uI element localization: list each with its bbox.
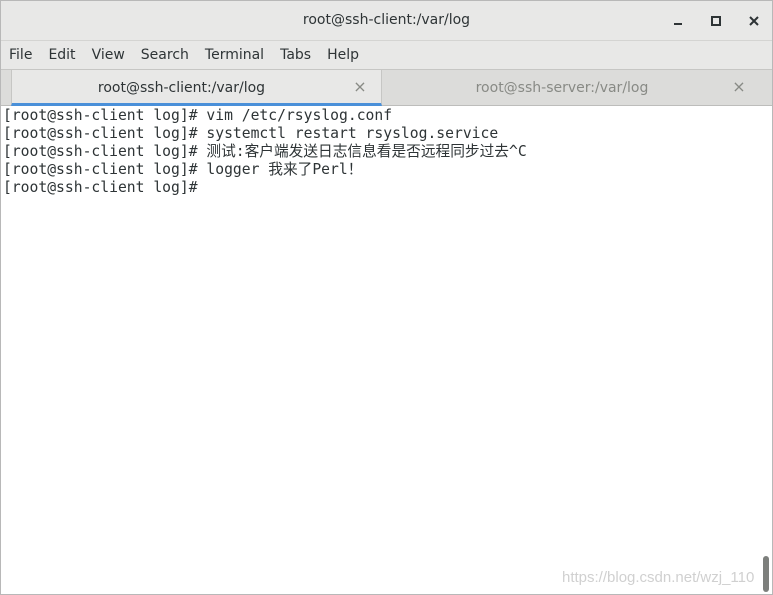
tab-label: root@ssh-server:/var/log	[475, 80, 649, 96]
tab-bar: root@ssh-client:/var/log × root@ssh-serv…	[1, 69, 772, 106]
scrollbar-thumb[interactable]	[763, 556, 769, 592]
terminal-output[interactable]: [root@ssh-client log]# vim /etc/rsyslog.…	[3, 107, 759, 593]
menu-view[interactable]: View	[84, 41, 133, 69]
tab-ssh-server[interactable]: root@ssh-server:/var/log ×	[382, 70, 772, 106]
maximize-button[interactable]	[705, 11, 727, 31]
terminal-prompt-line: [root@ssh-client log]#	[3, 179, 207, 196]
watermark: https://blog.csdn.net/wzj_110	[562, 569, 755, 586]
terminal-window: root@ssh-client:/var/log File Edit View …	[0, 0, 773, 595]
menu-terminal[interactable]: Terminal	[197, 41, 272, 69]
tab-close-icon[interactable]: ×	[351, 78, 369, 96]
close-window-button[interactable]	[743, 11, 765, 31]
menu-file[interactable]: File	[1, 41, 40, 69]
menu-help[interactable]: Help	[319, 41, 367, 69]
terminal-line: [root@ssh-client log]# vim /etc/rsyslog.…	[3, 107, 393, 124]
tab-ssh-client[interactable]: root@ssh-client:/var/log ×	[11, 70, 382, 106]
vertical-scrollbar[interactable]	[760, 107, 772, 594]
maximize-icon	[711, 16, 721, 26]
menu-bar: File Edit View Search Terminal Tabs Help	[1, 41, 772, 69]
terminal-line: [root@ssh-client log]# 测试:客户端发送日志信息看是否远程…	[3, 143, 527, 160]
terminal-line: [root@ssh-client log]# logger 我来了Perl！	[3, 161, 363, 178]
tab-close-icon[interactable]: ×	[730, 78, 748, 96]
title-bar[interactable]: root@ssh-client:/var/log	[1, 1, 772, 41]
menu-search[interactable]: Search	[133, 41, 197, 69]
menu-edit[interactable]: Edit	[40, 41, 83, 69]
close-icon	[749, 16, 759, 26]
terminal-line: [root@ssh-client log]# systemctl restart…	[3, 125, 499, 142]
menu-tabs[interactable]: Tabs	[272, 41, 319, 69]
minimize-icon	[674, 23, 682, 25]
window-title: root@ssh-client:/var/log	[302, 12, 471, 28]
minimize-button[interactable]	[667, 11, 689, 31]
tab-label: root@ssh-client:/var/log	[97, 80, 266, 96]
